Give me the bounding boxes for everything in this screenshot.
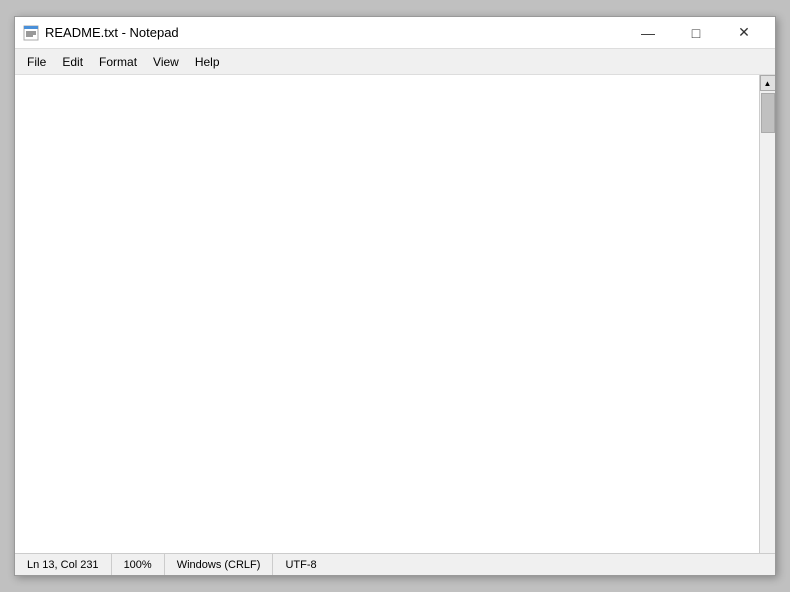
scroll-up-button[interactable]: ▲ <box>760 75 776 91</box>
menu-file[interactable]: File <box>19 53 54 71</box>
menu-view[interactable]: View <box>145 53 187 71</box>
window-controls: — □ ✕ <box>625 17 767 49</box>
window-title: README.txt - Notepad <box>45 25 625 40</box>
menu-edit[interactable]: Edit <box>54 53 91 71</box>
maximize-button[interactable]: □ <box>673 17 719 49</box>
menu-bar: File Edit Format View Help <box>15 49 775 75</box>
status-bar: Ln 13, Col 231 100% Windows (CRLF) UTF-8 <box>15 553 775 575</box>
app-icon <box>23 25 39 41</box>
zoom-level: 100% <box>112 554 165 575</box>
encoding: UTF-8 <box>273 554 328 575</box>
line-ending: Windows (CRLF) <box>165 554 274 575</box>
text-area-wrapper <box>15 75 759 553</box>
scroll-thumb[interactable] <box>761 93 775 133</box>
title-bar: README.txt - Notepad — □ ✕ <box>15 17 775 49</box>
minimize-button[interactable]: — <box>625 17 671 49</box>
menu-format[interactable]: Format <box>91 53 145 71</box>
cursor-position: Ln 13, Col 231 <box>23 554 112 575</box>
close-button[interactable]: ✕ <box>721 17 767 49</box>
scrollbar[interactable]: ▲ <box>759 75 775 553</box>
notepad-window: README.txt - Notepad — □ ✕ File Edit For… <box>14 16 776 576</box>
menu-help[interactable]: Help <box>187 53 228 71</box>
text-editor[interactable] <box>15 75 759 553</box>
content-area: ▲ <box>15 75 775 553</box>
